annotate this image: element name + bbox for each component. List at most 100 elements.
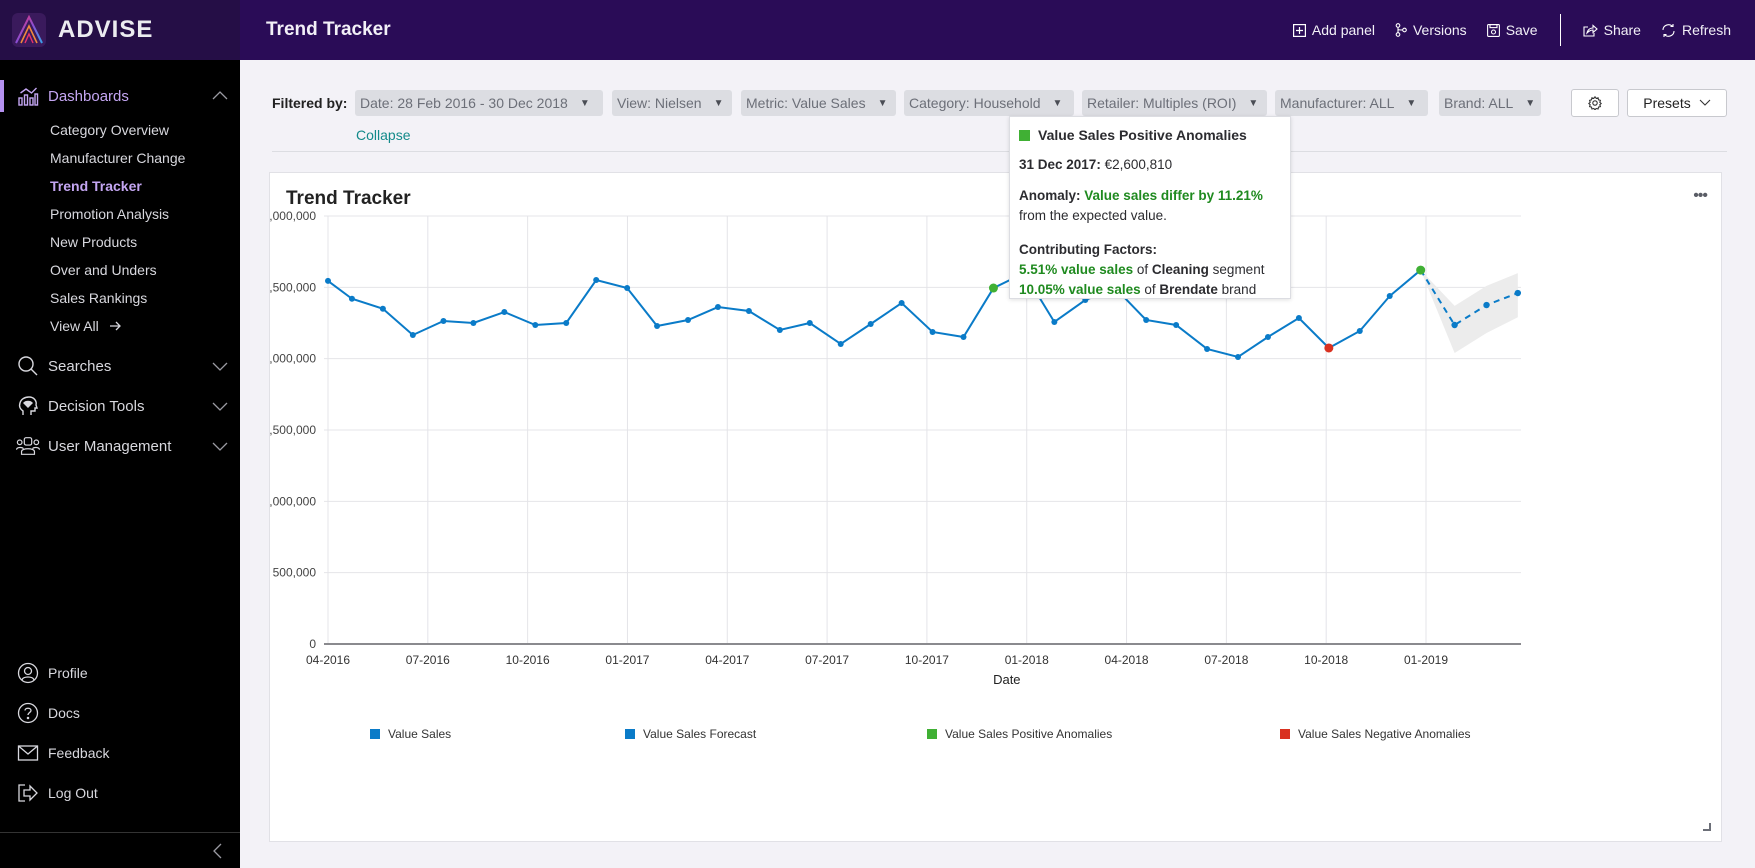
value-sales-point (776, 326, 783, 333)
value-sales-point (1143, 317, 1150, 324)
sidebar-item-feedback[interactable]: Feedback (0, 733, 240, 773)
filter-chip-metric[interactable]: Metric: Value Sales ▼ (741, 90, 896, 116)
value-sales-point (1264, 333, 1271, 340)
users-icon (16, 434, 40, 458)
save-button[interactable]: Save (1486, 22, 1538, 38)
sidebar-item-log-out[interactable]: Log Out (0, 773, 240, 813)
logo-text: ADVISE (58, 16, 154, 43)
sidebar-item-trend-tracker[interactable]: Trend Tracker (50, 172, 240, 200)
header-actions: Add panel Versions Save Share Refresh (1292, 0, 1731, 60)
sidebar-item-profile[interactable]: Profile (0, 653, 240, 693)
filter-chip-manufacturer[interactable]: Manufacturer: ALL ▼ (1275, 90, 1428, 116)
collapse-filters-link[interactable]: Collapse (356, 127, 410, 143)
anomaly-text: Value sales differ by 11.21% (1084, 188, 1263, 203)
chevron-left-icon[interactable] (212, 843, 222, 859)
factor-pct: 10.05% value sales (1019, 282, 1141, 297)
filter-settings-button[interactable] (1571, 89, 1619, 117)
chip-label: Metric: Value Sales (746, 95, 866, 111)
sidebar-item-category-overview[interactable]: Category Overview (50, 116, 240, 144)
save-label: Save (1505, 22, 1538, 38)
sidebar-bottom-nav: Profile Docs Feedback Log Out (0, 653, 240, 813)
versions-button[interactable]: Versions (1395, 22, 1467, 38)
tooltip-value: €2,600,810 (1104, 157, 1173, 172)
caret-down-icon: ▼ (1248, 97, 1259, 109)
value-sales-point (501, 309, 508, 316)
legend-label: Value Sales (388, 727, 451, 741)
sidebar-group-searches[interactable]: Searches (0, 346, 240, 386)
header-divider (1559, 14, 1561, 46)
chevron-up-icon[interactable] (212, 88, 228, 104)
x-axis-title: Date (993, 672, 1020, 687)
value-sales-point (1295, 315, 1302, 322)
page-title: Trend Tracker (266, 19, 391, 40)
brain-head-icon (16, 394, 40, 418)
add-panel-icon (1292, 23, 1306, 37)
x-tick-label: 01-2019 (1404, 653, 1448, 667)
share-icon (1583, 23, 1598, 37)
gear-icon (1588, 96, 1602, 110)
sidebar-group-decision-tools[interactable]: Decision Tools (0, 386, 240, 426)
chevron-down-icon[interactable] (212, 358, 228, 374)
sidebar-item-sales-rankings[interactable]: Sales Rankings (50, 284, 240, 312)
anomaly-label: Anomaly: (1019, 188, 1081, 203)
sidebar-item-promotion-analysis[interactable]: Promotion Analysis (50, 200, 240, 228)
add-panel-button[interactable]: Add panel (1292, 22, 1375, 38)
filter-chip-brand[interactable]: Brand: ALL ▼ (1439, 90, 1541, 116)
view-all-label: View All (50, 318, 99, 334)
x-tick-label: 07-2018 (1204, 653, 1248, 667)
x-tick-label: 07-2017 (805, 653, 849, 667)
filter-chip-retailer[interactable]: Retailer: Multiples (ROI) ▼ (1082, 90, 1267, 116)
add-panel-label: Add panel (1311, 22, 1375, 38)
chip-label: Brand: ALL (1444, 95, 1514, 111)
versions-label: Versions (1412, 22, 1467, 38)
sidebar-item-docs[interactable]: Docs (0, 693, 240, 733)
value-sales-point (1204, 345, 1211, 352)
chevron-down-icon[interactable] (212, 398, 228, 414)
tooltip-header: Value Sales Positive Anomalies (1019, 127, 1281, 143)
sidebar-collapse-bar[interactable] (0, 832, 240, 868)
sidebar-item-manufacturer-change[interactable]: Manufacturer Change (50, 144, 240, 172)
value-sales-point (806, 320, 813, 326)
refresh-button[interactable]: Refresh (1661, 22, 1731, 38)
x-tick-label: 04-2018 (1105, 653, 1149, 667)
sidebar-item-new-products[interactable]: New Products (50, 228, 240, 256)
sidebar-item-view-all[interactable]: View All (50, 312, 240, 340)
arrow-right-icon (109, 321, 121, 331)
value-sales-point (470, 320, 477, 326)
legend-label: Value Sales Positive Anomalies (945, 727, 1112, 741)
factor-name: Cleaning (1151, 262, 1209, 277)
trend-tracker-panel: Trend Tracker ••• 0500,0001,000,0001,500… (269, 172, 1722, 842)
sidebar-group-dashboards[interactable]: Dashboards (0, 76, 240, 116)
filter-chip-view[interactable]: View: Nielsen ▼ (612, 90, 732, 116)
share-button[interactable]: Share (1583, 22, 1641, 38)
value-sales-point (837, 340, 844, 347)
value-sales-point (745, 308, 752, 315)
panel-resize-handle[interactable] (1703, 823, 1711, 831)
value-sales-point (409, 331, 416, 338)
factor-pct: 5.51% value sales (1019, 262, 1134, 277)
filter-divider (272, 151, 1727, 152)
sidebar-item-over-and-unders[interactable]: Over and Unders (50, 256, 240, 284)
help-icon (16, 701, 40, 725)
value-sales-point (654, 322, 661, 329)
caret-down-icon: ▼ (1406, 97, 1417, 109)
value-sales-point (867, 320, 874, 327)
filter-chip-date[interactable]: Date: 28 Feb 2016 - 30 Dec 2018 ▼ (355, 90, 603, 116)
y-tick-label: 2,500,000 (270, 280, 316, 294)
y-tick-label: 1,500,000 (270, 423, 316, 437)
tooltip-swatch (1019, 129, 1030, 141)
search-icon (16, 354, 40, 378)
presets-dropdown[interactable]: Presets (1627, 89, 1727, 117)
forecast-point (1451, 321, 1458, 329)
sidebar-group-user-management[interactable]: User Management (0, 426, 240, 466)
feedback-label: Feedback (48, 745, 110, 761)
value-sales-point (898, 300, 905, 307)
x-tick-label: 07-2016 (406, 653, 450, 667)
chevron-down-icon (1699, 99, 1711, 106)
filter-chip-category[interactable]: Category: Household ▼ (904, 90, 1074, 116)
logout-icon (16, 781, 40, 805)
logo[interactable]: ADVISE (0, 0, 240, 60)
chevron-down-icon[interactable] (212, 438, 228, 454)
x-tick-label: 10-2017 (905, 653, 949, 667)
value-sales-point (325, 277, 331, 284)
